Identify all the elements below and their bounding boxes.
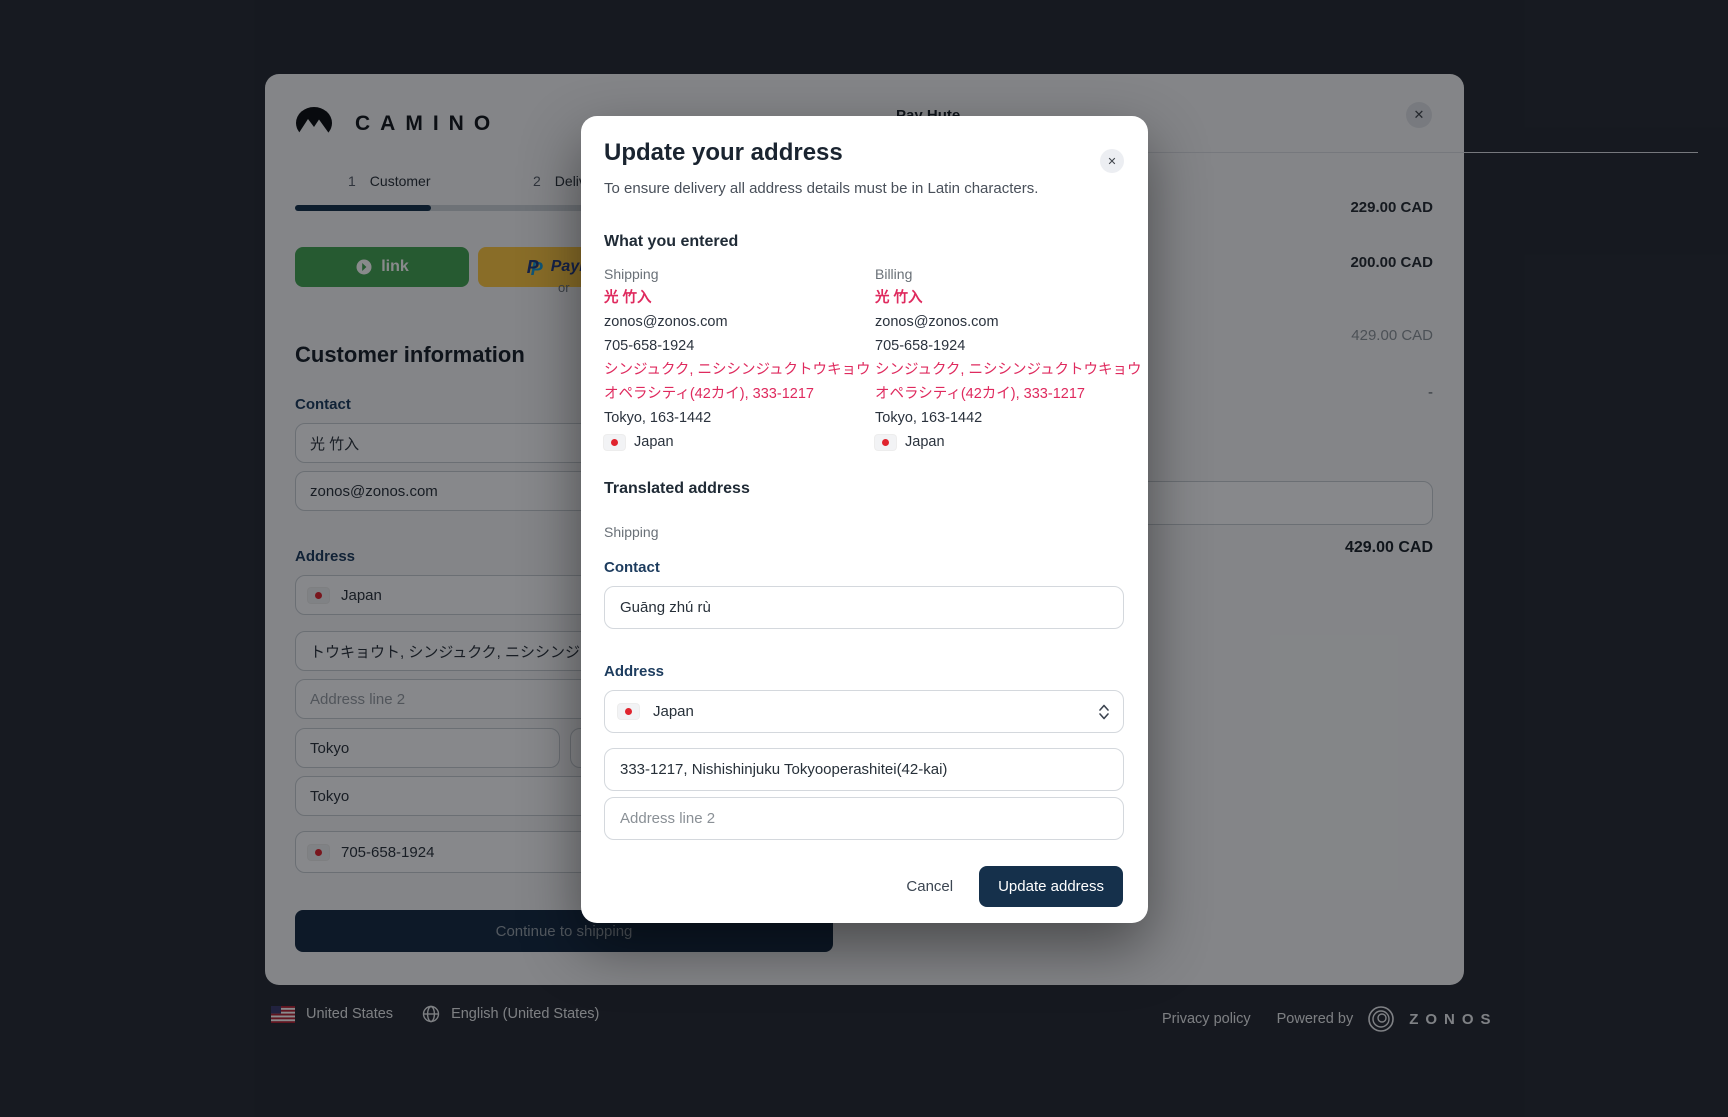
- entered-email: zonos@zonos.com: [875, 310, 1147, 334]
- modal-title: Update your address: [604, 139, 843, 167]
- entered-shipping-column: Shipping 光 竹入 zonos@zonos.com 705-658-19…: [604, 262, 876, 454]
- entered-name: 光 竹入: [875, 286, 1147, 310]
- billing-column-label: Billing: [875, 262, 1147, 286]
- japan-flag-icon: [875, 435, 896, 450]
- entered-country: Japan: [634, 430, 674, 454]
- entered-phone: 705-658-1924: [875, 334, 1147, 358]
- entered-address-line2: オペラシティ(42カイ), 333-1217: [604, 382, 876, 406]
- translated-address1-input[interactable]: [604, 748, 1124, 791]
- entered-city-postal: Tokyo, 163-1442: [875, 406, 1147, 430]
- entered-name: 光 竹入: [604, 286, 876, 310]
- translated-heading: Translated address: [604, 480, 750, 498]
- entered-country: Japan: [905, 430, 945, 454]
- chevron-up-down-icon: [1098, 703, 1110, 721]
- japan-flag-icon: [604, 435, 625, 450]
- cancel-button[interactable]: Cancel: [906, 878, 953, 895]
- translated-address-label: Address: [604, 663, 664, 680]
- japan-flag-icon: [618, 704, 639, 719]
- translated-country-value: Japan: [653, 703, 694, 720]
- shipping-column-label: Shipping: [604, 262, 876, 286]
- entered-city-postal: Tokyo, 163-1442: [604, 406, 876, 430]
- entered-address-line1: シンジュクク, ニシシンジュクトウキョウ: [604, 358, 876, 382]
- close-icon: ✕: [1107, 155, 1116, 168]
- modal-subtitle: To ensure delivery all address details m…: [604, 180, 1038, 197]
- entered-email: zonos@zonos.com: [604, 310, 876, 334]
- translated-address2-input[interactable]: [604, 797, 1124, 840]
- translated-country-select[interactable]: Japan: [604, 690, 1124, 733]
- entered-phone: 705-658-1924: [604, 334, 876, 358]
- update-address-button[interactable]: Update address: [979, 866, 1123, 907]
- translated-contact-input[interactable]: [604, 586, 1124, 629]
- entered-billing-column: Billing 光 竹入 zonos@zonos.com 705-658-192…: [875, 262, 1147, 454]
- entered-address-line1: シンジュクク, ニシシンジュクトウキョウ: [875, 358, 1147, 382]
- entered-address-line2: オペラシティ(42カイ), 333-1217: [875, 382, 1147, 406]
- translated-contact-label: Contact: [604, 559, 660, 576]
- modal-close-button[interactable]: ✕: [1100, 149, 1124, 173]
- update-address-modal: Update your address ✕ To ensure delivery…: [581, 116, 1148, 923]
- translated-shipping-label: Shipping: [604, 524, 659, 540]
- entered-heading: What you entered: [604, 233, 738, 251]
